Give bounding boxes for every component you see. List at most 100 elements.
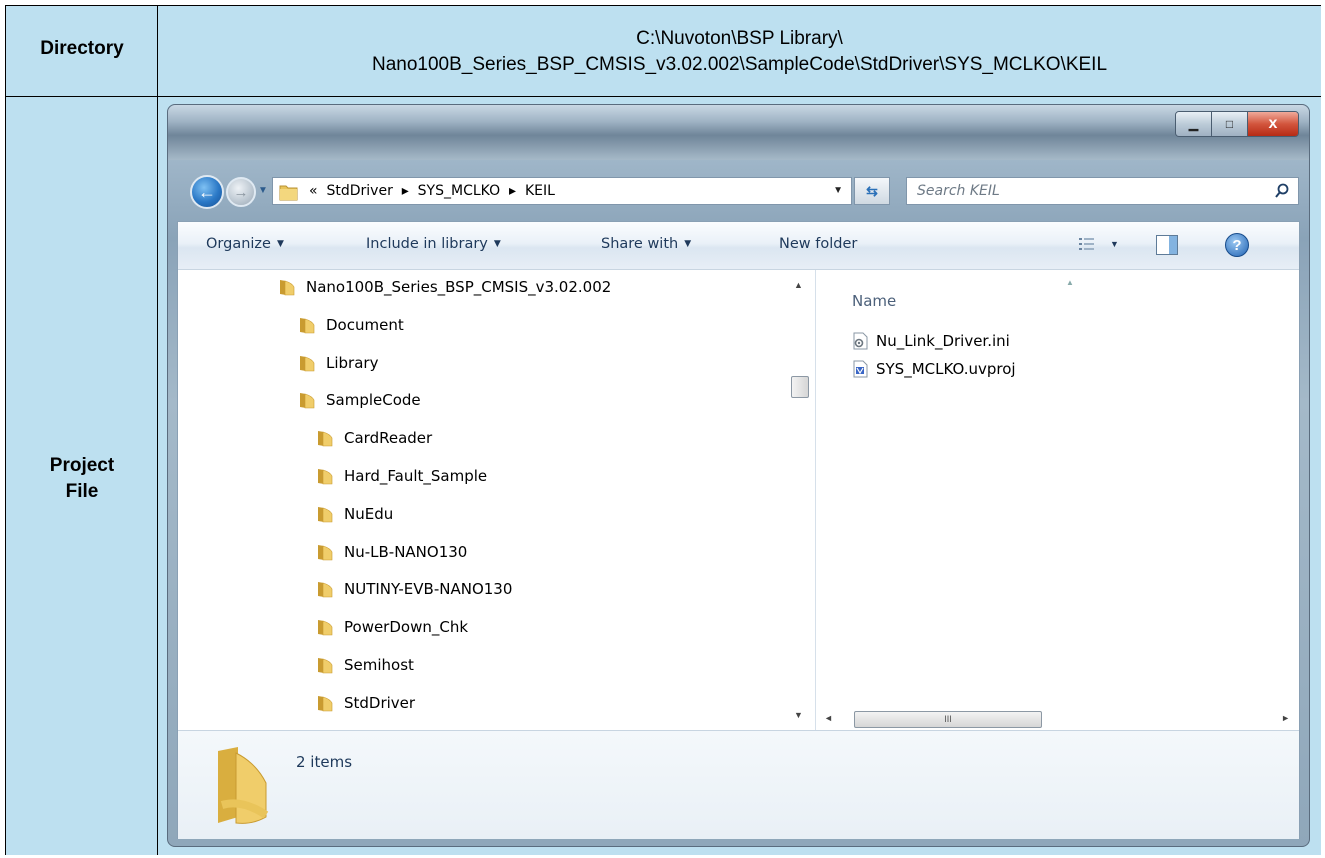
share-with-label: Share with: [601, 236, 679, 252]
scrollbar-thumb[interactable]: [791, 376, 809, 398]
folder-icon: [218, 747, 269, 824]
tree-item-label: NUTINY-EVB-NANO130: [344, 580, 513, 599]
scrollbar-thumb[interactable]: III: [854, 711, 1042, 728]
tree-item[interactable]: NuEdu: [316, 499, 393, 529]
tree-item-label: CardReader: [344, 429, 433, 448]
directory-path-line1: C:\Nuvoton\BSP Library\: [636, 28, 843, 49]
folder-icon: [318, 431, 333, 447]
folder-icon: [318, 695, 333, 712]
uvproj-file-icon: [853, 360, 868, 378]
search-input[interactable]: Search KEIL: [917, 183, 1000, 199]
directory-label-cell: Directory: [6, 6, 158, 97]
breadcrumb-keil[interactable]: KEIL: [525, 183, 555, 199]
refresh-button[interactable]: ⇆: [854, 177, 890, 205]
recent-pages-button[interactable]: ▼: [258, 185, 268, 196]
change-view-icon[interactable]: [1078, 236, 1096, 252]
scroll-right-icon[interactable]: ►: [1281, 713, 1290, 723]
organize-button[interactable]: Organize ▼: [206, 236, 284, 252]
file-row[interactable]: Nu_Link_Driver.ini: [852, 328, 1010, 354]
navigation-scrollbar[interactable]: ▲ ▼: [784, 270, 815, 730]
folder-icon: [300, 317, 315, 334]
new-folder-label: New folder: [779, 236, 858, 252]
back-button[interactable]: ←: [190, 175, 224, 209]
file-name: Nu_Link_Driver.ini: [876, 332, 1010, 350]
navigation-pane: Nano100B_Series_BSP_CMSIS_v3.02.002 Docum…: [178, 270, 816, 730]
folder-icon: [300, 355, 315, 371]
tree-item[interactable]: StdDriver: [316, 688, 415, 718]
search-icon[interactable]: [1274, 183, 1290, 199]
tree-item-label: StdDriver: [344, 693, 416, 712]
include-in-library-button[interactable]: Include in library ▼: [366, 236, 501, 252]
explorer-window: ▁ □ x ← → ▼ « StdDriver ▸ SYS_MCLKO ▸ KE…: [167, 104, 1310, 847]
file-name: SYS_MCLKO.uvproj: [876, 360, 1016, 378]
tree-item[interactable]: Hard_Fault_Sample: [316, 461, 487, 491]
breadcrumb-separator[interactable]: ▸: [402, 183, 409, 199]
directory-path: C:\Nuvoton\BSP Library\ Nano100B_Series_…: [158, 26, 1321, 78]
sort-up-icon: ▲: [1066, 278, 1074, 287]
folder-icon: [318, 469, 333, 485]
tree-item-label: SampleCode: [326, 391, 421, 410]
folder-icon: [318, 582, 333, 598]
tree-item-label: NuEdu: [344, 504, 394, 523]
search-box[interactable]: Search KEIL: [906, 177, 1299, 205]
tree-item[interactable]: CardReader: [316, 423, 432, 453]
address-bar[interactable]: « StdDriver ▸ SYS_MCLKO ▸ KEIL ▼: [272, 177, 852, 205]
address-overflow[interactable]: «: [309, 183, 318, 199]
tree-item[interactable]: Semihost: [316, 650, 414, 680]
folder-icon: [318, 658, 333, 674]
new-folder-button[interactable]: New folder: [779, 236, 857, 252]
tree-item[interactable]: Nano100B_Series_BSP_CMSIS_v3.02.002: [278, 272, 611, 302]
breadcrumb-separator[interactable]: ▸: [509, 183, 516, 199]
arrow-right-icon: →: [233, 183, 249, 201]
maximize-icon: □: [1225, 117, 1234, 131]
minimize-icon: ▁: [1188, 117, 1199, 131]
file-row[interactable]: SYS_MCLKO.uvproj: [852, 356, 1016, 382]
directory-path-cell: C:\Nuvoton\BSP Library\ Nano100B_Series_…: [158, 6, 1321, 97]
item-count: 2 items: [296, 753, 353, 771]
address-dropdown-icon[interactable]: ▼: [833, 185, 843, 196]
directory-path-line2: Nano100B_Series_BSP_CMSIS_v3.02.002\Samp…: [371, 54, 1108, 75]
close-button[interactable]: x: [1248, 112, 1298, 136]
tree-item-label: Nano100B_Series_BSP_CMSIS_v3.02.002: [306, 278, 612, 296]
tree-item[interactable]: NUTINY-EVB-NANO130: [316, 574, 512, 604]
project-file-label: Project File: [6, 453, 158, 505]
tree-item[interactable]: Library: [298, 348, 378, 378]
tree-item[interactable]: PowerDown_Chk: [316, 612, 468, 642]
breadcrumb-stddriver[interactable]: StdDriver: [326, 183, 392, 199]
directory-label: Directory: [40, 38, 124, 59]
ini-file-icon: [853, 332, 868, 350]
tree-item-label: Nu-LB-NANO130: [344, 542, 468, 561]
tree-item-label: PowerDown_Chk: [344, 618, 469, 637]
folder-icon: [318, 620, 333, 636]
tree-item[interactable]: SampleCode: [298, 385, 421, 415]
breadcrumb-sys-mclko[interactable]: SYS_MCLKO: [418, 183, 500, 199]
minimize-button[interactable]: ▁: [1176, 112, 1212, 136]
preview-pane-icon[interactable]: [1156, 235, 1178, 255]
tree-item-label: Hard_Fault_Sample: [344, 467, 488, 485]
help-icon[interactable]: ?: [1225, 233, 1249, 257]
folder-icon: [318, 544, 333, 560]
title-bar[interactable]: [168, 105, 1309, 160]
folder-icon: [318, 506, 333, 523]
chevron-down-icon: ▼: [276, 239, 284, 249]
tree-item[interactable]: Nu-LB-NANO130: [316, 537, 467, 567]
chevron-down-icon: ▼: [684, 239, 692, 249]
horizontal-scrollbar[interactable]: ◄ III ►: [816, 710, 1300, 730]
share-with-button[interactable]: Share with ▼: [601, 236, 691, 252]
client-area: Organize ▼ Include in library ▼ Share with…: [177, 221, 1300, 839]
include-in-library-label: Include in library: [366, 236, 488, 252]
maximize-button[interactable]: □: [1212, 112, 1248, 136]
project-label-line1: Project: [49, 455, 115, 476]
scroll-up-icon[interactable]: ▲: [794, 280, 803, 290]
column-header-name[interactable]: Name: [852, 292, 896, 310]
forward-button[interactable]: →: [226, 177, 256, 207]
scroll-left-icon[interactable]: ◄: [824, 713, 833, 723]
window-controls: ▁ □ x: [1175, 111, 1299, 137]
tree-item[interactable]: Document: [298, 310, 404, 340]
tree-item-label: Semihost: [344, 656, 414, 674]
view-options-chevron-icon[interactable]: ▼: [1110, 239, 1119, 249]
scroll-down-icon[interactable]: ▼: [794, 710, 803, 720]
address-path: « StdDriver ▸ SYS_MCLKO ▸ KEIL: [309, 183, 555, 199]
refresh-icon: ⇆: [866, 182, 878, 199]
chevron-down-icon: ▼: [493, 239, 501, 249]
